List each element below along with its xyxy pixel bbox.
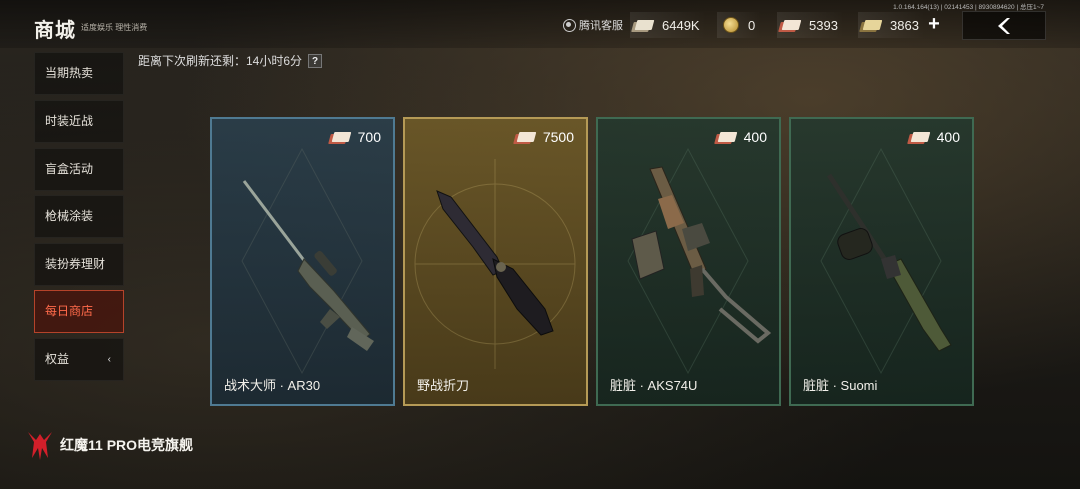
customer-service-label: 腾讯客服 — [579, 20, 623, 32]
sidebar-item-label: 枪械涂装 — [45, 209, 94, 223]
red-ticket-icon — [717, 132, 737, 142]
currency-red-ticket[interactable]: 5393 — [777, 12, 844, 38]
coin-icon — [723, 17, 739, 33]
top-bar: 商城 适度娱乐 理性消费 1.0.164.164(13) | 02141453 … — [0, 0, 1080, 48]
item-price: 400 — [910, 129, 960, 145]
customer-service-button[interactable]: 腾讯客服 — [563, 17, 623, 33]
add-currency-button[interactable]: + — [925, 14, 943, 34]
currency-value: 6449K — [662, 17, 700, 33]
version-text: 1.0.164.164(13) | 02141453 | 8930894620 … — [893, 4, 1044, 11]
red-ticket-icon — [910, 132, 930, 142]
assault-rifle-image — [627, 147, 772, 375]
sidebar-item-voucher-finance[interactable]: 装扮券理财 — [34, 243, 124, 286]
item-price: 400 — [717, 129, 767, 145]
currency-value: 0 — [748, 17, 756, 33]
sidebar-item-benefits[interactable]: 权益 ‹ — [34, 338, 124, 381]
shop-item-card[interactable]: 7500 野战折刀 — [403, 117, 588, 406]
ticket-icon — [634, 20, 655, 30]
sidebar-item-label: 当期热卖 — [45, 66, 94, 80]
refresh-timer: 距离下次刷新还剩：14小时6分 ? — [138, 52, 323, 69]
red-ticket-icon — [781, 20, 802, 30]
currency-ticket[interactable]: 6449K — [630, 12, 706, 38]
sidebar-item-label: 时装近战 — [45, 114, 94, 128]
currency-value: 3863 — [890, 17, 919, 33]
sidebar-item-fashion-melee[interactable]: 时装近战 — [34, 100, 124, 143]
sidebar-item-daily-shop[interactable]: 每日商店 — [34, 290, 124, 333]
item-name: 脏脏 · Suomi — [803, 378, 878, 393]
price-value: 400 — [743, 129, 767, 145]
sidebar-item-hot-sale[interactable]: 当期热卖 — [34, 52, 124, 95]
currency-gold-ticket[interactable]: 3863 — [858, 12, 925, 38]
red-magic-logo-icon — [28, 432, 52, 460]
sidebar-item-label: 权益 — [45, 352, 70, 366]
page-title: 商城 — [34, 20, 76, 42]
gold-ticket-icon — [862, 20, 883, 30]
price-value: 700 — [357, 129, 381, 145]
back-button[interactable] — [962, 11, 1046, 40]
currency-coin[interactable]: 0 — [717, 12, 762, 38]
knife-image — [414, 159, 576, 369]
shop-item-card[interactable]: 400 脏脏 · Suomi — [789, 117, 974, 406]
chevron-left-icon: ‹ — [107, 354, 111, 365]
red-ticket-icon — [331, 132, 351, 142]
watermark-text: 红魔11 PRO电竞旗舰 — [60, 437, 194, 453]
back-arrow-icon — [998, 18, 1010, 34]
item-price: 7500 — [516, 129, 574, 145]
sidebar-item-label: 每日商店 — [45, 304, 94, 318]
sidebar-item-label: 装扮券理财 — [45, 257, 106, 271]
item-name: 脏脏 · AKS74U — [610, 378, 698, 393]
red-ticket-icon — [516, 132, 537, 142]
shop-item-card[interactable]: 400 脏脏 · AKS74U — [596, 117, 781, 406]
sniper-rifle-image — [241, 147, 374, 375]
currency-value: 5393 — [809, 17, 838, 33]
sidebar-item-weapon-skins[interactable]: 枪械涂装 — [34, 195, 124, 238]
headset-icon — [563, 18, 576, 32]
help-icon[interactable]: ? — [308, 53, 323, 68]
item-price: 700 — [331, 129, 381, 145]
refresh-label: 距离下次刷新还剩：14小时6分 — [138, 54, 303, 68]
sidebar-item-label: 盲盒活动 — [45, 162, 94, 176]
sidebar-item-blind-box[interactable]: 盲盒活动 — [34, 148, 124, 191]
item-name: 战术大师 · AR30 — [224, 378, 321, 393]
item-name: 野战折刀 — [417, 378, 470, 393]
page-subtitle: 适度娱乐 理性消费 — [81, 23, 148, 32]
submachine-gun-image — [820, 147, 952, 375]
device-watermark: 红魔11 PRO电竞旗舰 — [26, 430, 193, 460]
price-value: 7500 — [542, 129, 574, 145]
shop-item-card[interactable]: 700 战术大师 · AR30 — [210, 117, 395, 406]
price-value: 400 — [936, 129, 960, 145]
